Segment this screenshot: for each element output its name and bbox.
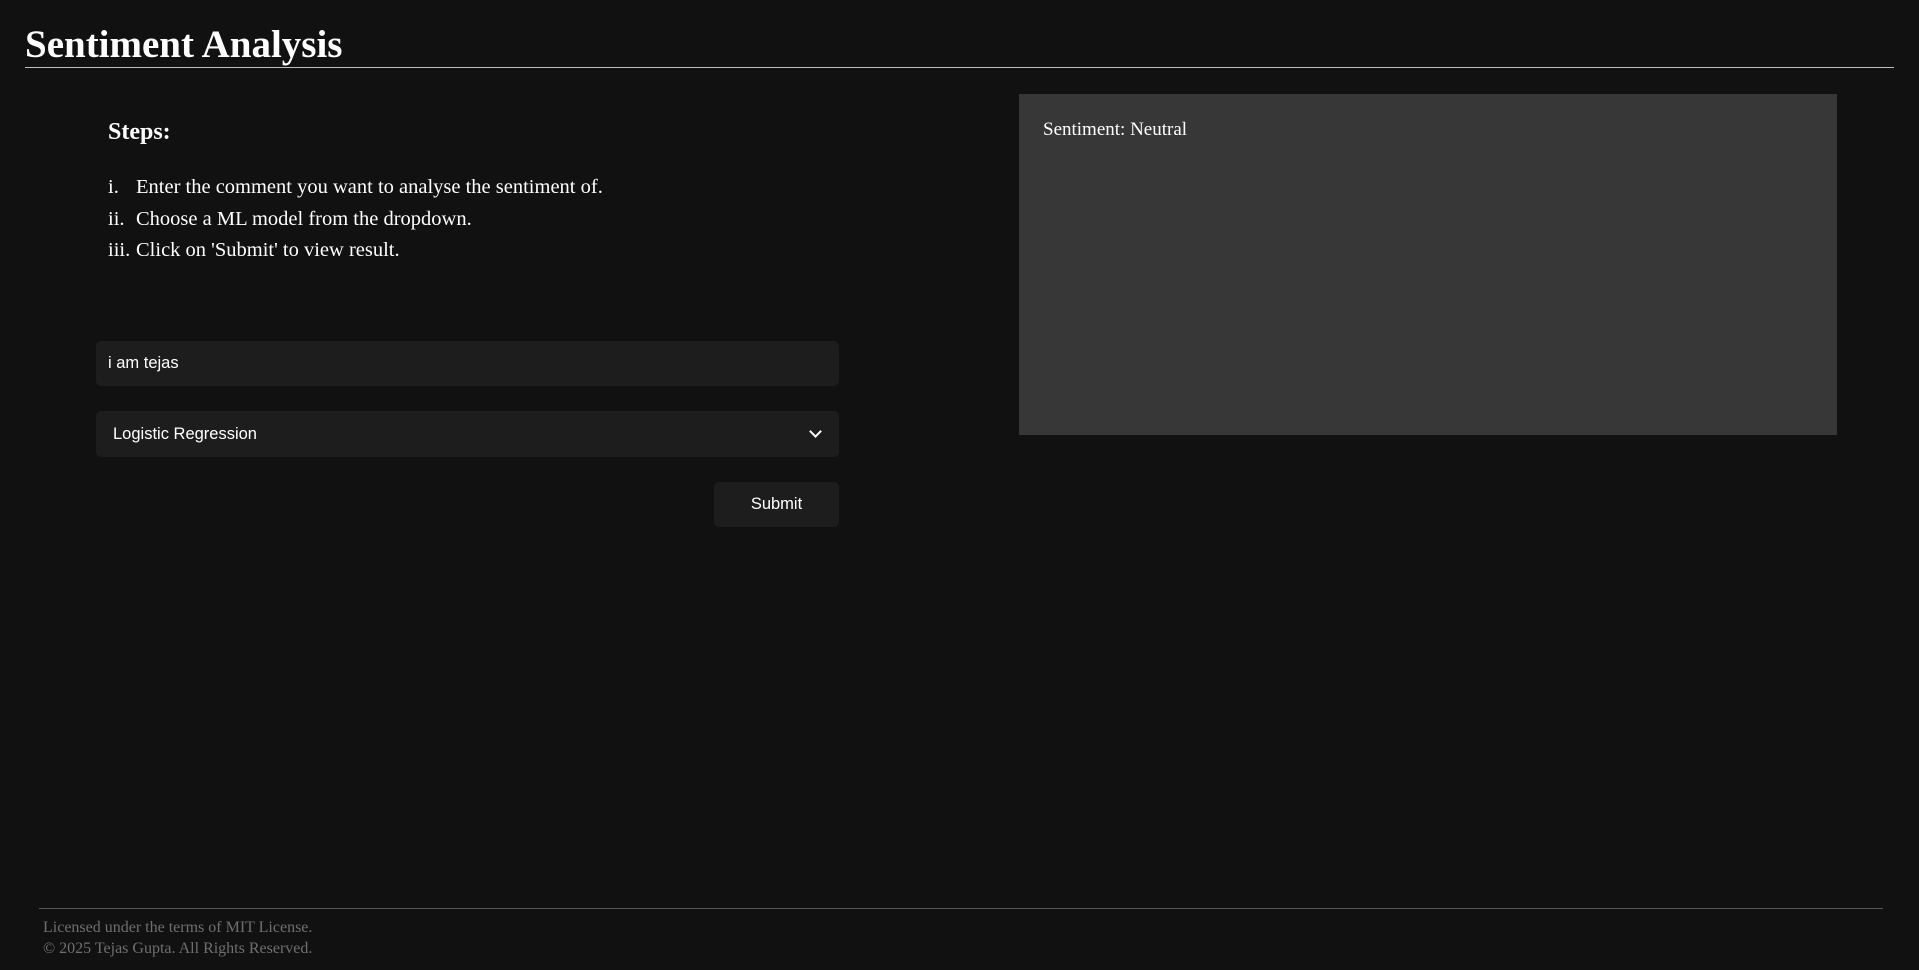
- step-item: iii. Click on 'Submit' to view result.: [108, 235, 603, 267]
- model-select[interactable]: Logistic Regression: [96, 411, 839, 457]
- step-number: ii.: [108, 207, 125, 230]
- submit-button[interactable]: Submit: [714, 482, 839, 527]
- chevron-down-icon: [809, 425, 822, 438]
- copyright-text: © 2025 Tejas Gupta. All Rights Reserved.: [43, 940, 313, 957]
- step-text: Click on 'Submit' to view result.: [136, 239, 400, 261]
- footer-divider: [39, 908, 1883, 909]
- step-item: ii. Choose a ML model from the dropdown.: [108, 204, 603, 236]
- sentiment-result: Sentiment: Neutral: [1043, 119, 1188, 140]
- step-number: iii.: [108, 239, 131, 261]
- step-number: i.: [108, 176, 119, 198]
- footer: Licensed under the terms of MIT License.…: [43, 917, 312, 959]
- steps-list: i. Enter the comment you want to analyse…: [108, 172, 603, 267]
- comment-input[interactable]: [96, 341, 839, 386]
- step-text: Enter the comment you want to analyse th…: [136, 176, 603, 198]
- result-panel: Sentiment: Neutral: [1019, 94, 1837, 435]
- step-item: i. Enter the comment you want to analyse…: [108, 172, 603, 204]
- steps-heading: Steps:: [108, 119, 171, 145]
- page-title: Sentiment Analysis: [25, 23, 343, 66]
- step-text: Choose a ML model from the dropdown.: [136, 207, 472, 230]
- license-text: Licensed under the terms of MIT License.: [43, 919, 313, 936]
- title-divider: [25, 67, 1894, 68]
- model-select-value: Logistic Regression: [113, 424, 257, 443]
